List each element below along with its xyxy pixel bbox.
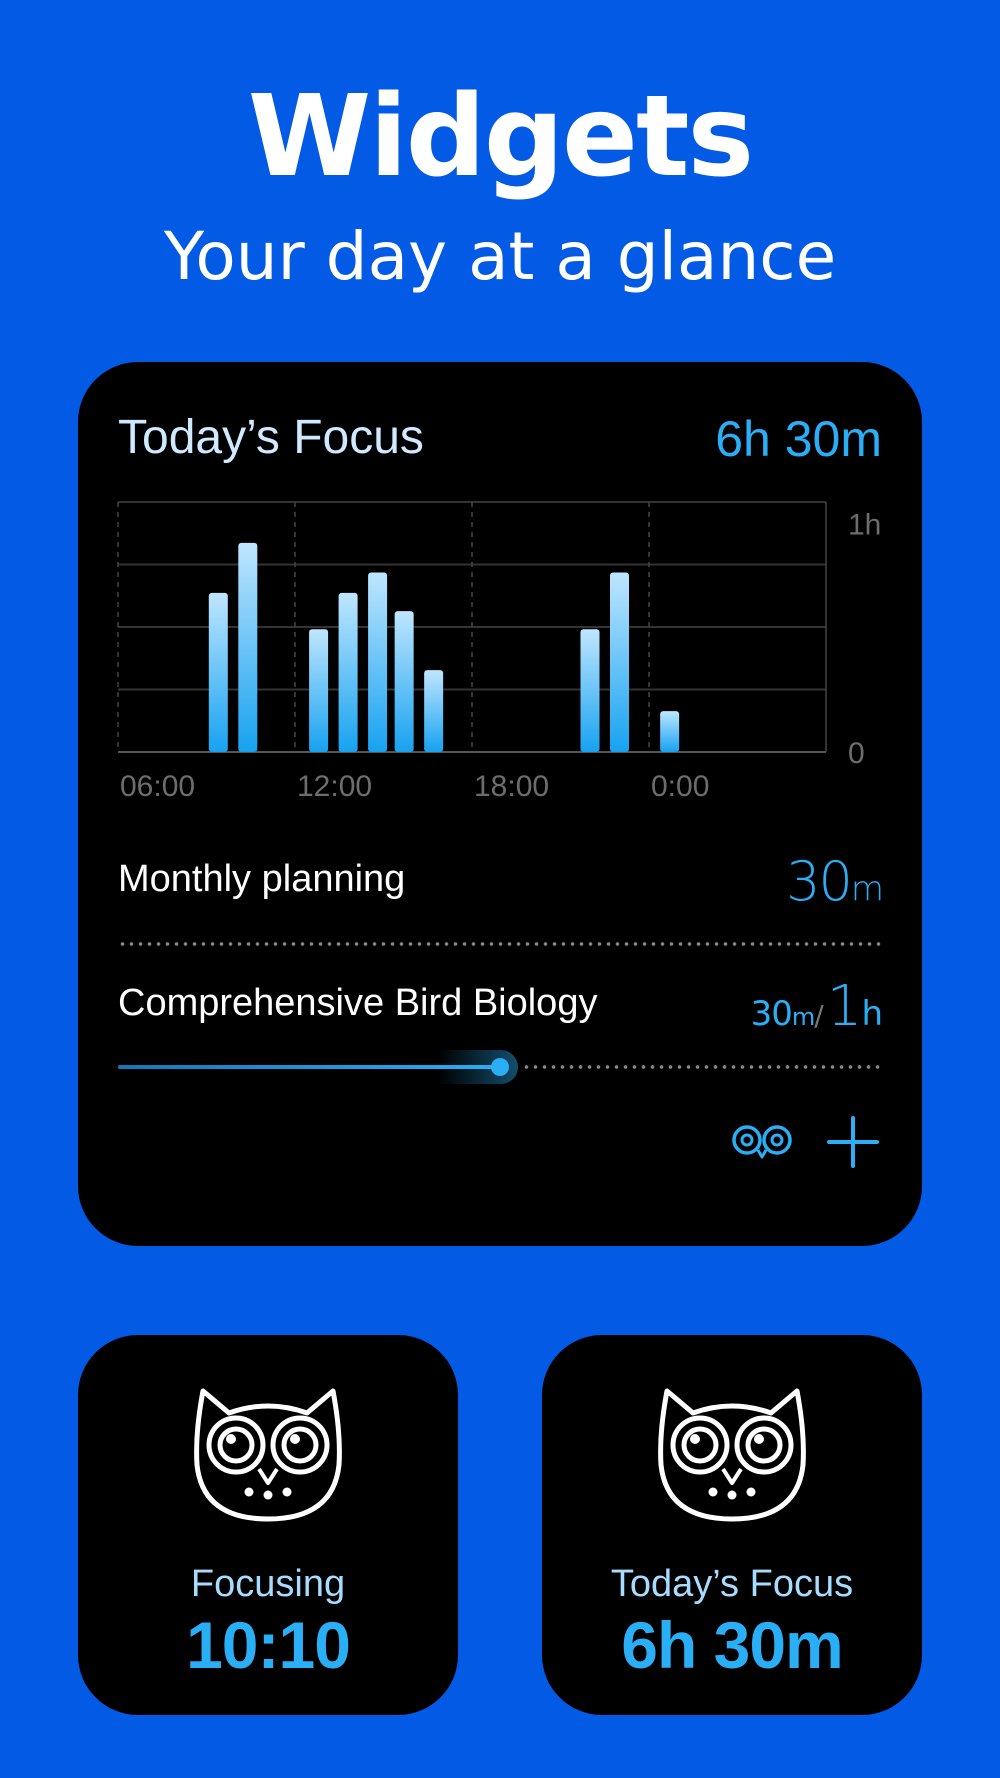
- focus-chart: 06:00 12:00 18:00 0:00 1h 0: [117, 501, 881, 802]
- task-progress-track: [522, 1065, 882, 1069]
- task-divider: [118, 942, 882, 946]
- task-bird-biology[interactable]: Comprehensive Bird Biology: [118, 982, 597, 1025]
- hero-subtitle: Your day at a glance: [163, 218, 837, 295]
- chart-x-tick: 06:00: [120, 770, 195, 802]
- task-monthly-planning[interactable]: Monthly planning: [118, 858, 405, 901]
- chart-x-tick: 0:00: [651, 770, 709, 802]
- chart-bar: [660, 711, 680, 752]
- todays-focus-label: Today’s Focus: [610, 1563, 854, 1605]
- plus-icon[interactable]: [827, 1116, 879, 1173]
- chart-bar: [238, 542, 258, 752]
- chart-bar: [208, 592, 228, 752]
- hero-title: Widgets: [247, 72, 754, 202]
- chart-x-tick: 18:00: [474, 770, 549, 802]
- todays-focus-value: 6h 30m: [621, 1608, 843, 1682]
- chart-y-tick: 1h: [848, 509, 881, 542]
- chart-bar: [394, 611, 414, 752]
- chart-x-tick: 12:00: [297, 770, 372, 802]
- todays-focus-widget[interactable]: Today’s Focus 6h 30m: [542, 1335, 922, 1715]
- chart-bar: [610, 572, 629, 752]
- task-progress-fill: [118, 1065, 500, 1069]
- task-monthly-planning-time: 30m: [786, 850, 884, 913]
- focusing-widget[interactable]: Focusing 10:10: [78, 1335, 458, 1715]
- focusing-value: 10:10: [186, 1608, 351, 1682]
- chart-bar: [424, 670, 444, 752]
- owl-icon: [193, 1373, 343, 1528]
- chart-y-tick: 0: [848, 737, 865, 770]
- task-bird-biology-time: 30m/ 1h: [750, 974, 883, 1039]
- chart-bar: [580, 629, 600, 752]
- focus-widget[interactable]: Today’s Focus 6h 30m 06:00 12:00 18:00 0:00…: [78, 362, 922, 1246]
- chart-bar: [338, 592, 358, 752]
- focusing-label: Focusing: [190, 1563, 346, 1605]
- chart-bar: [368, 572, 388, 752]
- owl-icon: [657, 1373, 807, 1528]
- owl-eyes-icon[interactable]: [730, 1120, 794, 1165]
- task-progress-knob[interactable]: [491, 1058, 509, 1076]
- chart-bar: [309, 629, 329, 752]
